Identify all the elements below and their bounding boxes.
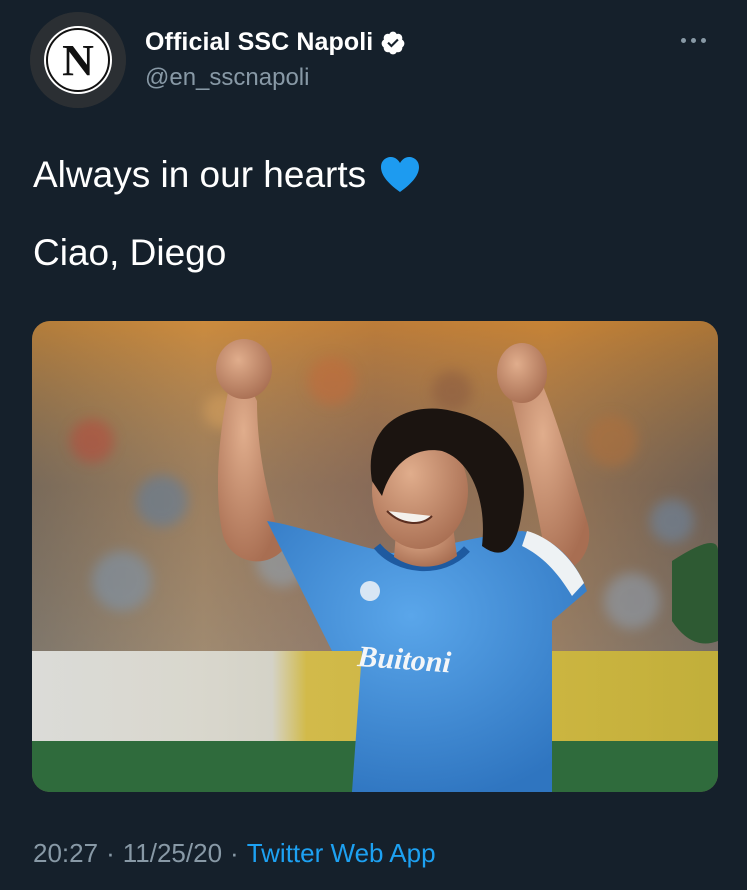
tweet-text-line-2: Ciao, Diego <box>33 232 227 273</box>
tweet-photo[interactable]: Buitoni <box>32 321 718 792</box>
avatar[interactable]: N <box>30 12 126 108</box>
tweet-text-line-1: Always in our hearts <box>33 154 420 196</box>
tweet-card: N Official SSC Napoli @en_sscnapoli Alwa… <box>0 0 747 890</box>
napoli-logo-icon: N <box>30 12 126 108</box>
blue-heart-icon <box>381 157 420 192</box>
more-dot <box>681 38 686 43</box>
avatar-letter: N <box>62 36 94 85</box>
tweet-date[interactable]: 11/25/20 <box>123 838 222 868</box>
more-options-icon[interactable] <box>681 38 706 43</box>
tweet-metadata: 20:27 · 11/25/20 · Twitter Web App <box>33 838 436 869</box>
user-handle[interactable]: @en_sscnapoli <box>145 64 309 92</box>
meta-separator: · <box>230 838 239 868</box>
tweet-time[interactable]: 20:27 <box>33 838 98 868</box>
jersey-sponsor-text: Buitoni <box>356 640 453 680</box>
meta-separator: · <box>106 838 115 868</box>
more-dot <box>691 38 696 43</box>
more-dot <box>701 38 706 43</box>
verified-badge-icon <box>381 31 405 54</box>
photo-illustration: Buitoni <box>32 321 718 792</box>
display-name[interactable]: Official SSC Napoli <box>145 28 373 57</box>
tweet-text: Always in our hearts <box>33 154 367 195</box>
tweet-source-link[interactable]: Twitter Web App <box>247 838 436 868</box>
author-name-row[interactable]: Official SSC Napoli <box>145 28 406 57</box>
